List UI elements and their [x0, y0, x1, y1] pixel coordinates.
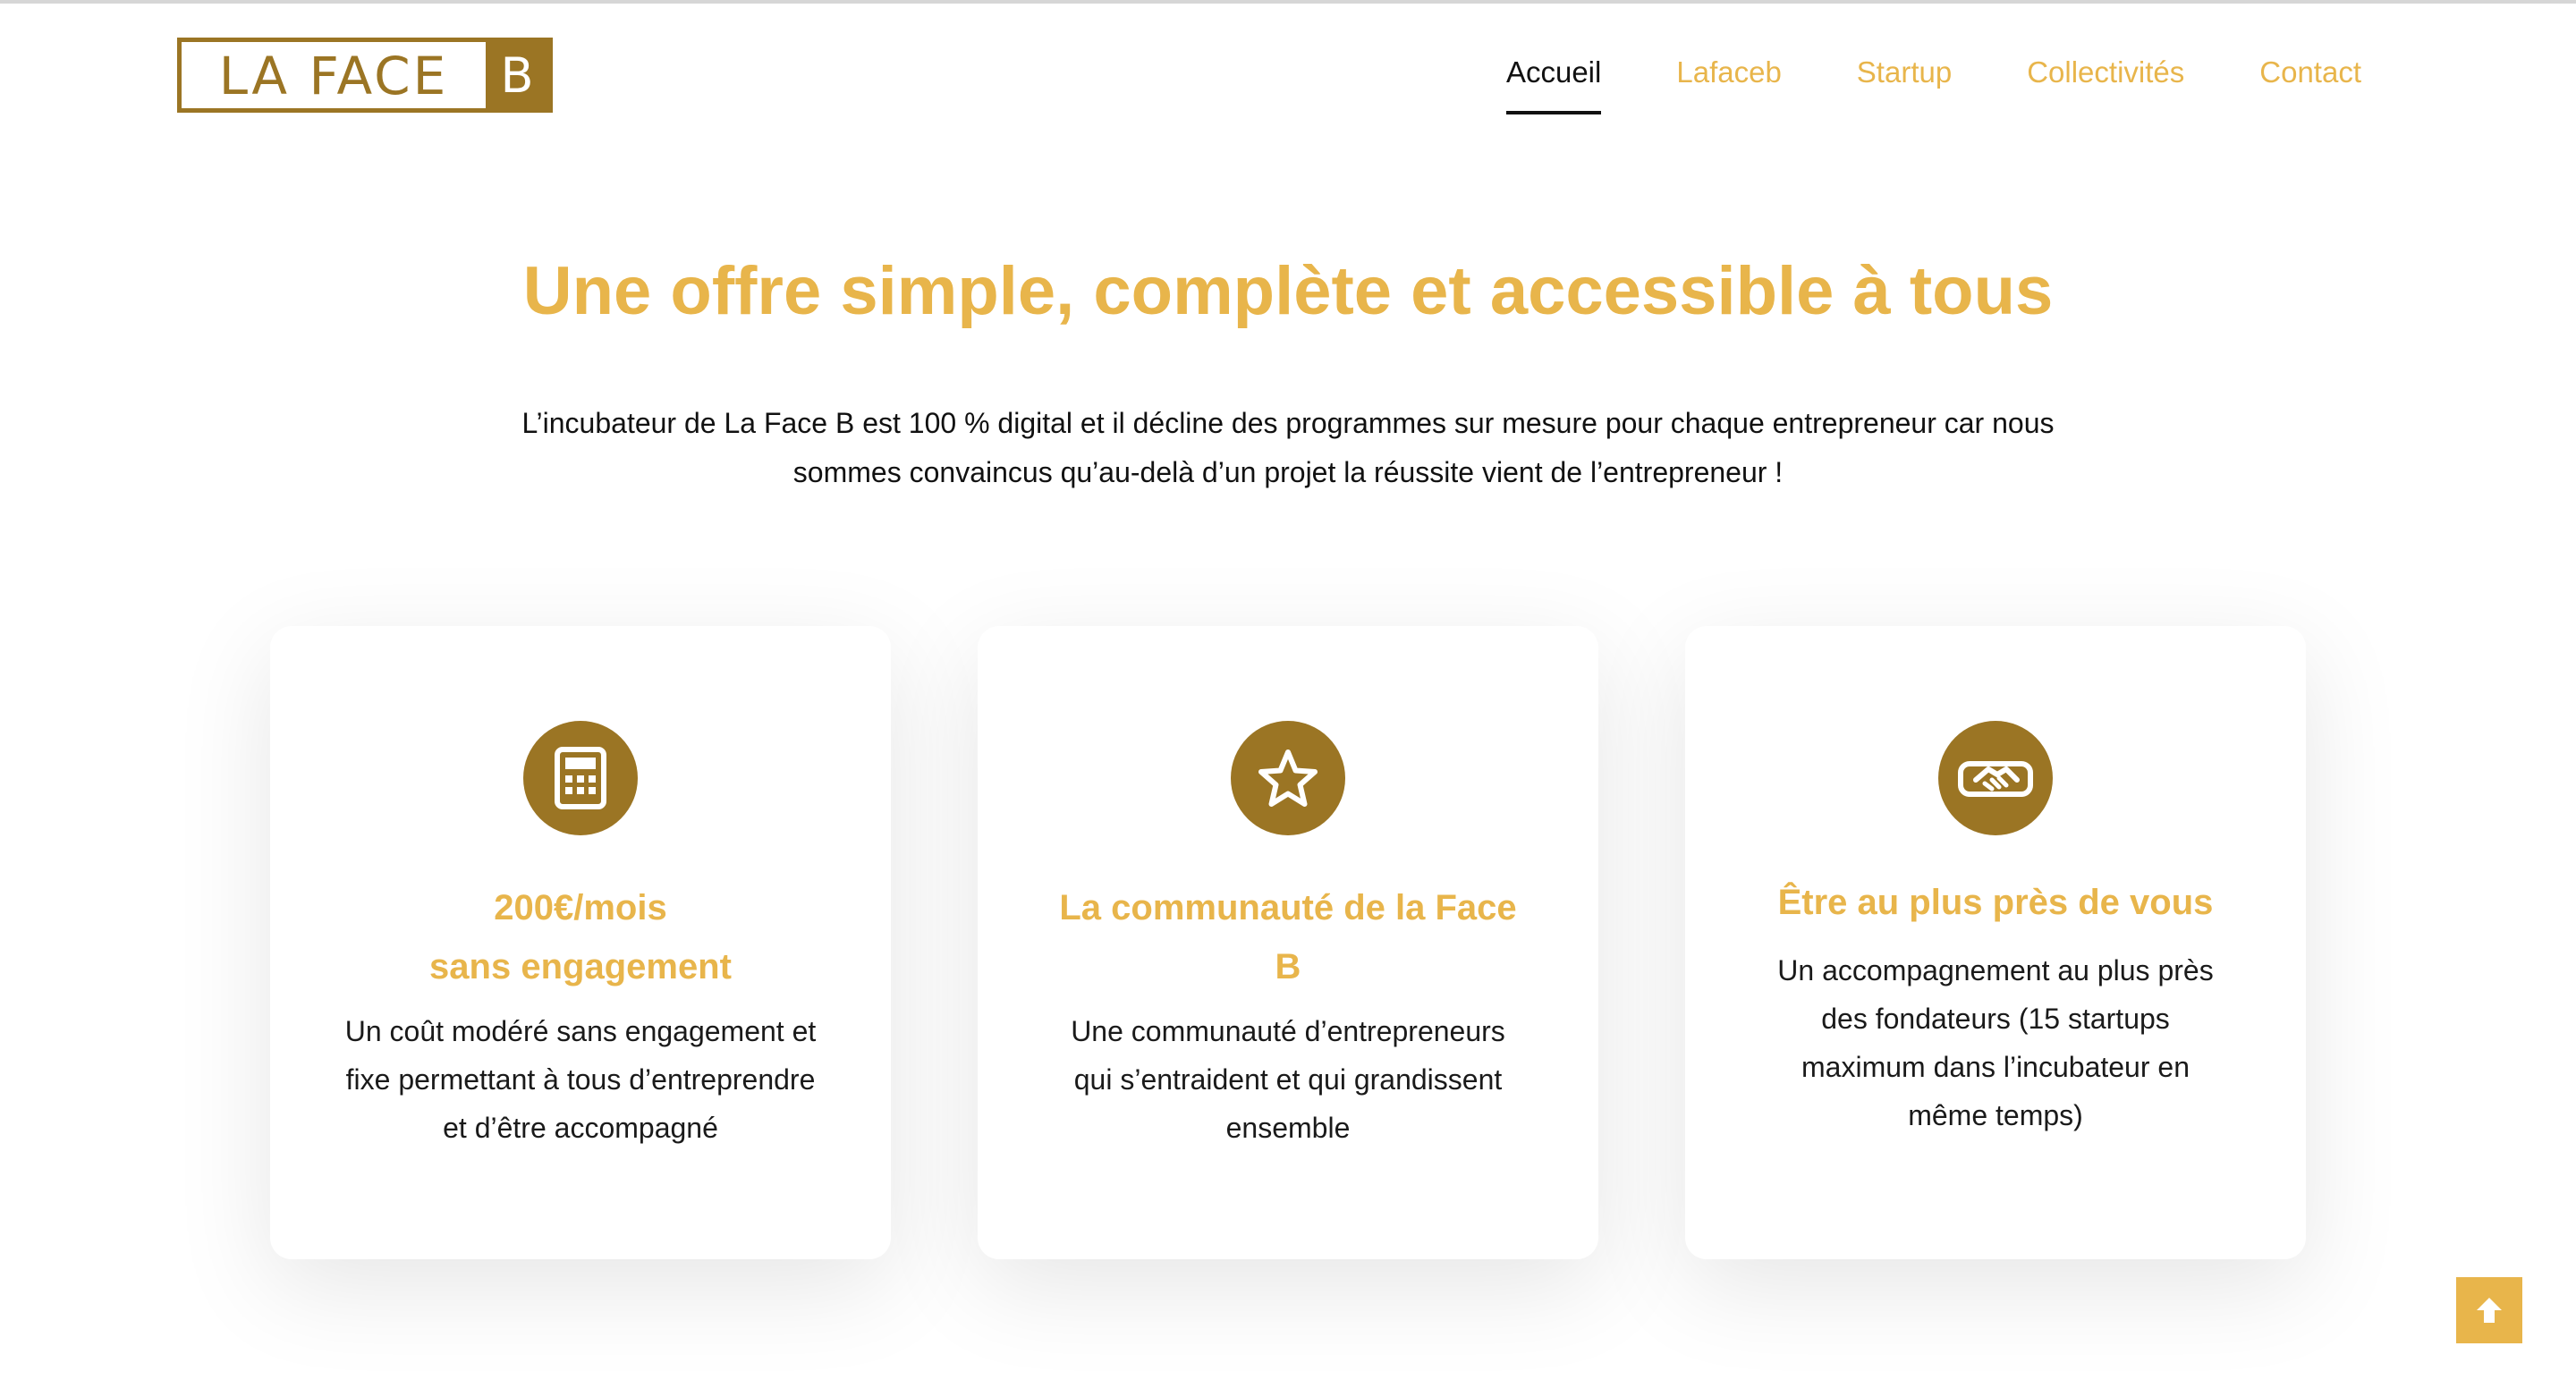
card-title: 200€/mois sans engagement — [312, 878, 849, 996]
card-text-line: qui s’entraident et qui grandissent — [1073, 1063, 1503, 1096]
card-description: Un coût modéré sans engagement et fixe p… — [321, 1007, 840, 1152]
intro-paragraph: L’incubateur de La Face B est 100 % digi… — [465, 399, 2111, 497]
intro-line: sommes convaincus qu’au-delà d’un projet… — [792, 456, 1784, 488]
card-text-line: fixe permettant à tous d’entreprendre — [345, 1063, 816, 1096]
logo-letter: B — [486, 42, 548, 108]
top-border — [0, 0, 2576, 4]
star-icon — [1231, 721, 1345, 835]
card-text-line: maximum dans l’incubateur en — [1801, 1051, 2190, 1083]
scroll-to-top-button[interactable] — [2456, 1277, 2522, 1343]
card-text-line: même temps) — [1908, 1099, 2083, 1131]
nav-item-accueil[interactable]: Accueil — [1505, 55, 1602, 114]
nav-item-lafaceb[interactable]: Lafaceb — [1676, 55, 1781, 89]
card-title-line: B — [1275, 947, 1301, 986]
offer-card-proximity: Être au plus près de vous Un accompagnem… — [1685, 626, 2306, 1259]
card-text-line: ensemble — [1225, 1112, 1351, 1144]
page-title: Une offre simple, complète et accessible… — [522, 253, 2054, 329]
intro-line: L’incubateur de La Face B est 100 % digi… — [521, 407, 2055, 439]
card-text-line: Un coût modéré sans engagement et — [344, 1015, 817, 1047]
arrow-up-icon — [2477, 1298, 2502, 1323]
card-text-line: des fondateurs (15 startups — [1821, 1003, 2170, 1035]
card-text-line: Un accompagnement au plus près — [1777, 954, 2214, 986]
card-title-line: Être au plus près de vous — [1777, 883, 2214, 922]
card-title-line: 200€/mois — [494, 888, 667, 927]
nav-item-collectivites[interactable]: Collectivités — [2027, 55, 2184, 89]
offer-card-community: La communauté de la Face B Une communaut… — [978, 626, 1598, 1259]
nav-item-startup[interactable]: Startup — [1857, 55, 1952, 89]
card-title: Être au plus près de vous — [1727, 873, 2264, 932]
card-description: Une communauté d’entrepreneurs qui s’ent… — [1029, 1007, 1547, 1152]
card-description: Un accompagnement au plus près des fonda… — [1736, 946, 2255, 1139]
card-title-line: sans engagement — [429, 947, 732, 986]
nav-item-contact[interactable]: Contact — [2259, 55, 2361, 89]
logo-text: LA FACE — [218, 46, 449, 106]
site-logo[interactable]: LA FACE B — [177, 38, 553, 113]
offer-card-price: 200€/mois sans engagement Un coût modéré… — [270, 626, 891, 1259]
card-text-line: et d’être accompagné — [443, 1112, 718, 1144]
calculator-icon — [523, 721, 638, 835]
card-title-line: La communauté de la Face — [1059, 888, 1517, 927]
main-nav: Accueil Lafaceb Startup Collectivités Co… — [1431, 55, 2361, 114]
card-title: La communauté de la Face B — [1020, 878, 1556, 996]
handshake-icon — [1938, 721, 2053, 835]
card-text-line: Une communauté d’entrepreneurs — [1071, 1015, 1505, 1047]
